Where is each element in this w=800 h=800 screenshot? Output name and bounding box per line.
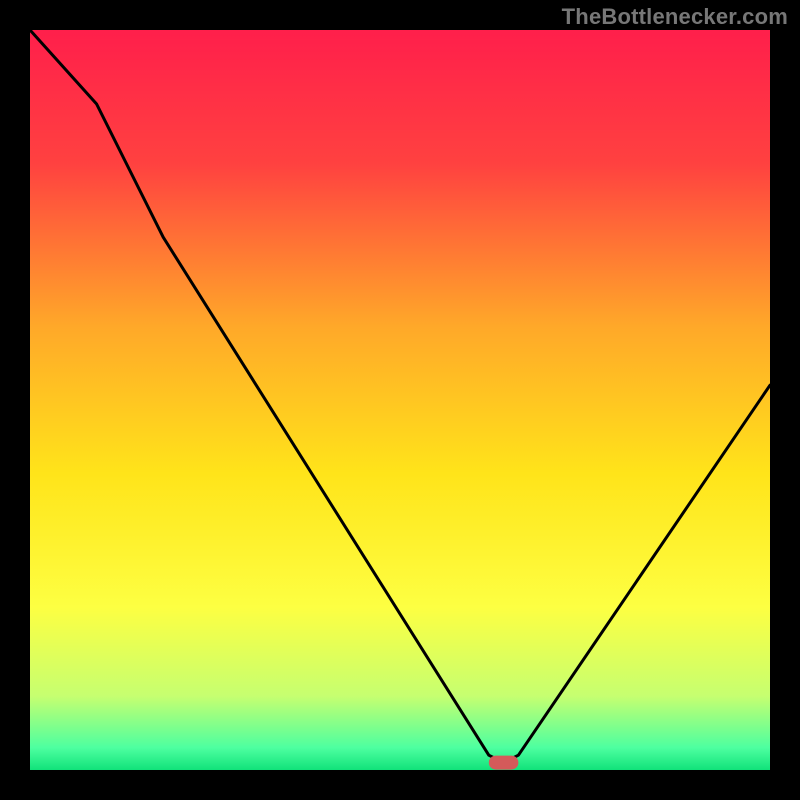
attribution-label: TheBottlenecker.com bbox=[562, 4, 788, 30]
gradient-background bbox=[30, 30, 770, 770]
bottleneck-chart bbox=[30, 30, 770, 770]
chart-container: TheBottlenecker.com bbox=[0, 0, 800, 800]
optimal-marker bbox=[489, 756, 519, 770]
chart-svg bbox=[30, 30, 770, 770]
